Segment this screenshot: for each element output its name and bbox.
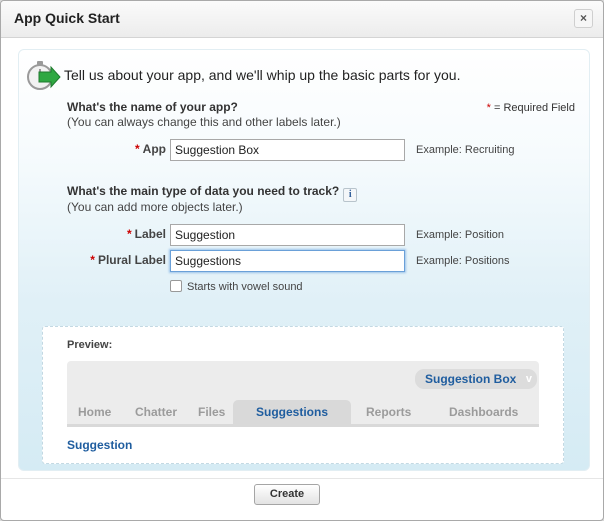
required-star: * bbox=[126, 227, 132, 241]
app-example: Example: Recruiting bbox=[416, 144, 515, 156]
info-icon[interactable]: i bbox=[343, 188, 358, 202]
preview-tab-suggestions: Suggestions bbox=[233, 400, 351, 424]
preview-box: Preview: Suggestion Box v Home Chatter F… bbox=[42, 326, 564, 464]
required-star: * bbox=[486, 102, 491, 114]
label-example: Example: Position bbox=[416, 229, 505, 241]
preview-app-picker: Suggestion Box v bbox=[415, 369, 537, 389]
dialog-title: App Quick Start bbox=[14, 10, 120, 26]
plural-label-example: Example: Positions bbox=[416, 255, 510, 267]
chevron-down-icon: v bbox=[525, 373, 532, 385]
intro-text: Tell us about your app, and we'll whip u… bbox=[64, 67, 461, 83]
plural-label-text: Plural Label bbox=[97, 253, 166, 267]
preview-tab-chatter: Chatter bbox=[135, 405, 178, 419]
required-star: * bbox=[135, 142, 140, 156]
plural-label-field-label: * Plural Label bbox=[6, 253, 166, 267]
quick-start-stopwatch-icon bbox=[27, 61, 61, 90]
preview-tab-reports: Reports bbox=[366, 405, 412, 419]
label-input[interactable] bbox=[170, 224, 405, 246]
preview-label: Preview: bbox=[67, 339, 113, 351]
label-label-text: Label bbox=[134, 227, 166, 241]
create-button[interactable]: Create bbox=[254, 484, 320, 505]
preview-tab-underline bbox=[67, 424, 539, 427]
vowel-sound-checkbox[interactable] bbox=[170, 280, 182, 292]
preview-object-link: Suggestion bbox=[67, 438, 133, 452]
close-icon: × bbox=[579, 11, 587, 25]
app-label-text: App bbox=[142, 142, 166, 156]
preview-tab-home: Home bbox=[78, 405, 112, 419]
dialog-titlebar: App Quick Start × bbox=[1, 1, 603, 38]
app-name-question: What's the name of your app? bbox=[67, 100, 238, 114]
plural-label-input[interactable] bbox=[170, 250, 405, 272]
vowel-sound-label[interactable]: Starts with vowel sound bbox=[187, 281, 303, 293]
required-star: * bbox=[90, 253, 95, 267]
required-field-legend: * = Required Field bbox=[487, 102, 575, 114]
data-type-question-text: What's the main type of data you need to… bbox=[67, 184, 340, 198]
close-button[interactable]: × bbox=[574, 9, 593, 28]
label-field-label: * Label bbox=[6, 227, 166, 241]
required-legend-text: = Required Field bbox=[493, 102, 575, 114]
preview-tab-dashboards: Dashboards bbox=[449, 405, 519, 419]
data-type-hint: (You can add more objects later.) bbox=[67, 200, 243, 214]
preview-app-name: Suggestion Box bbox=[425, 372, 517, 386]
preview-header: Suggestion Box v Home Chatter Files Sugg… bbox=[67, 361, 539, 427]
preview-tab-files: Files bbox=[198, 405, 226, 419]
app-field-label: * App bbox=[6, 142, 166, 156]
app-name-input[interactable] bbox=[170, 139, 405, 161]
vowel-sound-option: Starts with vowel sound bbox=[170, 280, 303, 293]
footer-divider bbox=[1, 478, 603, 479]
app-quick-start-dialog: App Quick Start × Tell us about your app… bbox=[0, 0, 604, 521]
app-name-hint: (You can always change this and other la… bbox=[67, 115, 341, 129]
